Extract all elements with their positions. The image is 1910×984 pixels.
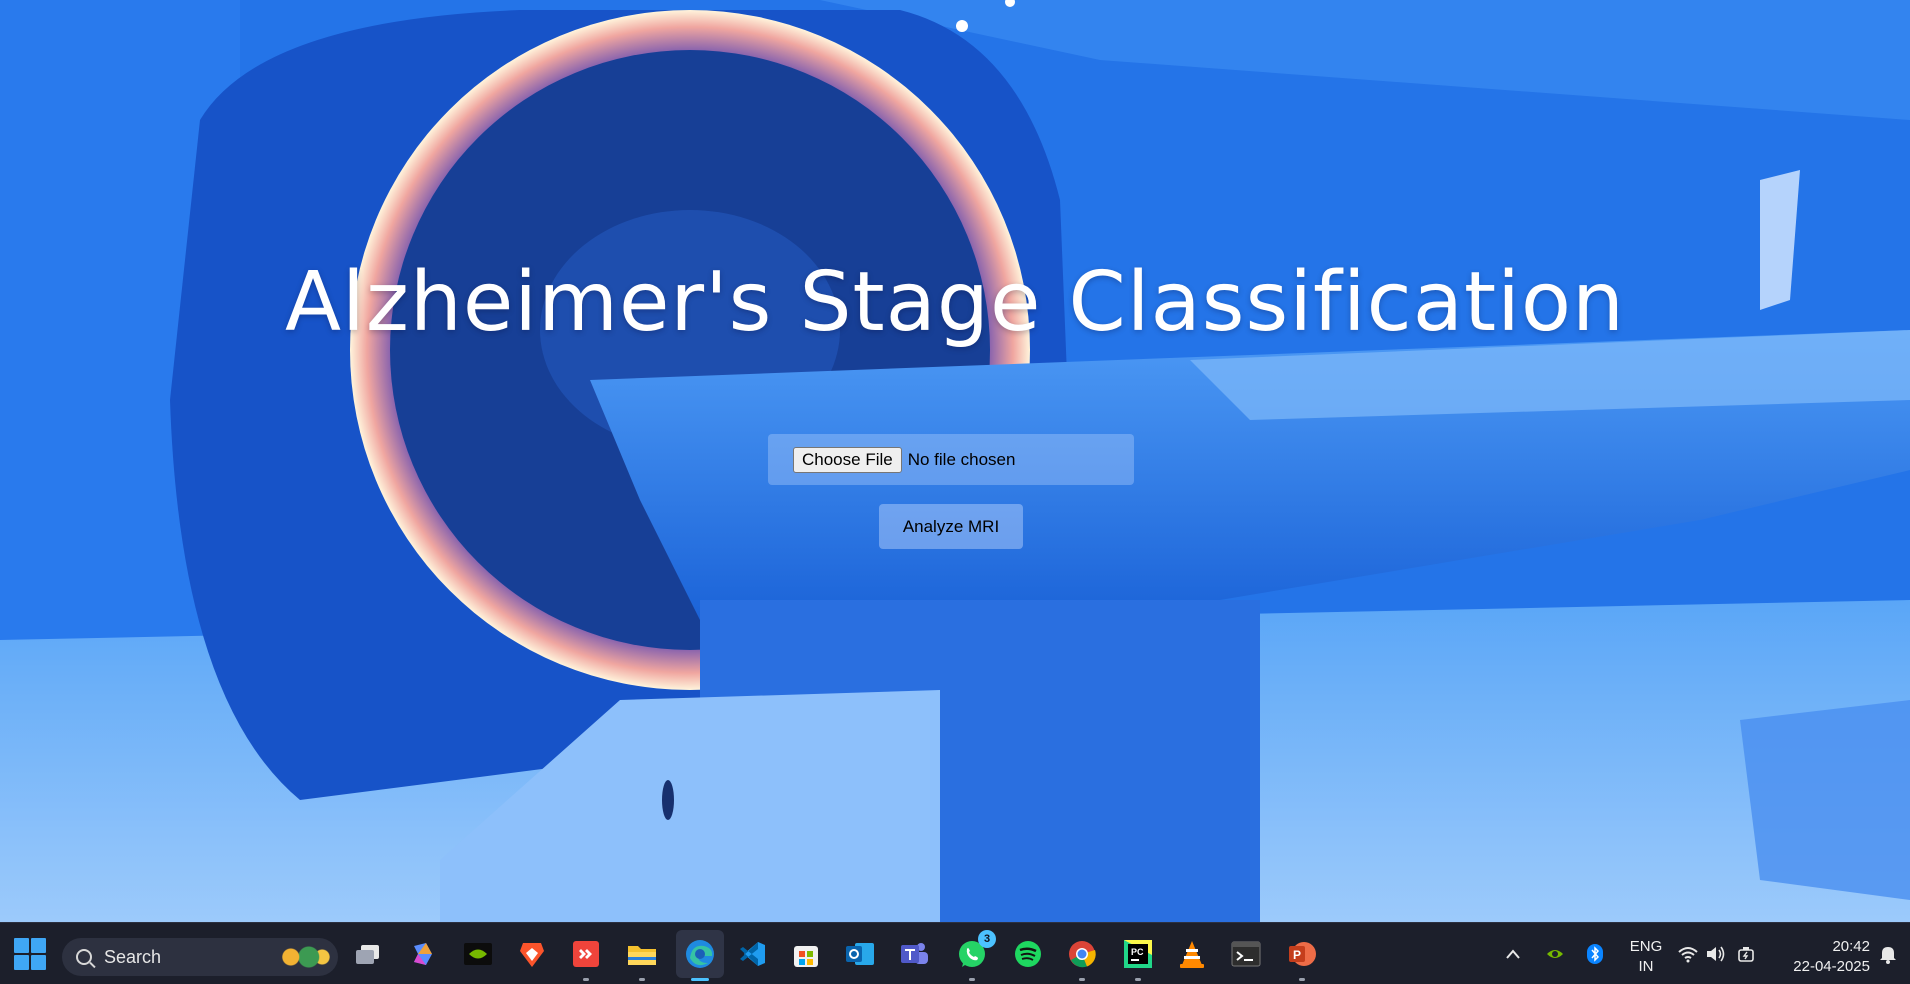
chevron-up-icon[interactable] [1498, 936, 1528, 972]
search-highlight-icon [274, 943, 330, 971]
terminal-icon[interactable] [1228, 936, 1264, 972]
taskbar-clock[interactable]: 20:42 22-04-2025 [1770, 937, 1870, 977]
choose-file-button[interactable]: Choose File [793, 446, 902, 473]
chrome-icon[interactable] [1064, 936, 1100, 981]
svg-text:P: P [1293, 948, 1301, 962]
brave-icon[interactable] [514, 936, 550, 972]
clock-date: 22-04-2025 [1793, 958, 1870, 975]
file-status-text: No file chosen [907, 449, 1016, 469]
edge-icon[interactable] [676, 930, 724, 981]
powerpoint-icon[interactable]: P [1284, 936, 1320, 981]
vscode-icon[interactable] [734, 936, 770, 972]
task-view-icon[interactable] [350, 936, 386, 972]
vlc-icon[interactable] [1174, 936, 1210, 972]
nvidia-tray-icon[interactable] [1540, 936, 1570, 972]
svg-text:PC: PC [1131, 947, 1144, 957]
whatsapp-icon[interactable]: 3 [954, 930, 996, 981]
clock-time: 20:42 [1832, 938, 1870, 955]
battery-icon[interactable] [1732, 936, 1760, 972]
file-upload-panel: Choose File No file chosen [768, 434, 1134, 485]
page-title: Alzheimer's Stage Classification [284, 255, 1626, 350]
pycharm-icon[interactable]: PC [1120, 936, 1156, 981]
volume-icon[interactable] [1702, 936, 1730, 972]
windows-taskbar: Search 3 PC P ENG IN 20:42 22-04-2025 [0, 922, 1910, 984]
spotify-icon[interactable] [1010, 936, 1046, 972]
analyze-mri-button[interactable]: Analyze MRI [879, 504, 1023, 549]
outlook-icon[interactable] [842, 936, 878, 972]
windows-start-button[interactable] [14, 938, 46, 970]
folder-icon[interactable] [624, 936, 660, 981]
language-indicator[interactable]: ENG IN [1626, 937, 1666, 977]
wifi-icon[interactable] [1674, 936, 1702, 972]
language-code: ENG [1629, 938, 1663, 955]
whatsapp-notification-badge: 3 [978, 930, 996, 948]
store-icon[interactable] [788, 936, 824, 972]
taskbar-search-box[interactable]: Search [62, 938, 338, 976]
bluetooth-icon[interactable] [1580, 936, 1610, 972]
region-code: IN [1638, 958, 1654, 975]
search-label: Search [104, 946, 162, 967]
windows-logo-icon [14, 938, 29, 953]
anydesk-icon[interactable] [568, 936, 604, 981]
copilot-icon[interactable] [404, 936, 440, 972]
nvidia-icon[interactable] [460, 936, 496, 972]
teams-icon[interactable] [896, 936, 932, 972]
search-icon [76, 949, 92, 965]
notification-bell-icon[interactable] [1874, 936, 1902, 972]
